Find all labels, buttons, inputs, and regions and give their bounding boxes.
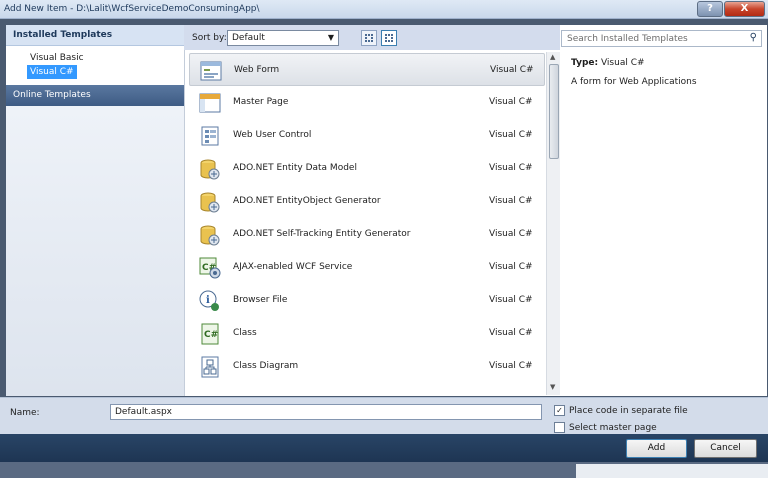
template-row[interactable]: C# AJAX-enabled WCF Service Visual C# <box>189 251 545 284</box>
window-title: Add New Item - D:\Lalit\WcfServiceDemoCo… <box>4 4 260 14</box>
template-language: Visual C# <box>489 196 533 206</box>
type-label: Type: <box>571 58 599 68</box>
background-window-strip <box>0 462 768 478</box>
online-templates-header[interactable]: Online Templates <box>6 85 184 106</box>
template-language: Visual C# <box>489 130 533 140</box>
template-name: ADO.NET Entity Data Model <box>233 163 357 173</box>
select-master-page-label[interactable]: Select master page <box>569 423 657 433</box>
help-button[interactable]: ? <box>697 1 723 17</box>
template-list-scrollbar[interactable]: ▲ ▼ <box>546 52 560 395</box>
svg-text:C#: C# <box>204 330 218 340</box>
class-icon: C# <box>199 323 221 345</box>
database-icon <box>199 224 221 246</box>
small-icons-view-button[interactable] <box>361 30 377 46</box>
template-category-pane: Installed Templates Visual Basic Visual … <box>6 25 184 396</box>
search-input[interactable]: Search Installed Templates ⚲ <box>561 30 762 47</box>
database-icon <box>199 158 221 180</box>
template-name: ADO.NET Self-Tracking Entity Generator <box>233 229 411 239</box>
master-page-icon <box>199 92 221 114</box>
title-bar: Add New Item - D:\Lalit\WcfServiceDemoCo… <box>0 0 768 19</box>
place-code-label[interactable]: Place code in separate file <box>569 406 688 416</box>
category-visual-csharp[interactable]: Visual C# <box>27 65 77 79</box>
medium-icons-icon <box>385 34 393 42</box>
template-language: Visual C# <box>489 97 533 107</box>
select-master-page-checkbox[interactable] <box>554 422 565 433</box>
template-language: Visual C# <box>490 65 534 75</box>
search-placeholder: Search Installed Templates <box>567 34 688 44</box>
template-row[interactable]: ADO.NET Entity Data Model Visual C# <box>189 152 545 185</box>
sort-toolbar: Sort by: Default ▼ <box>184 25 560 50</box>
class-diagram-icon <box>199 356 221 378</box>
cancel-button[interactable]: Cancel <box>694 439 757 458</box>
template-name: ADO.NET EntityObject Generator <box>233 196 381 206</box>
scroll-thumb[interactable] <box>549 64 559 159</box>
template-language: Visual C# <box>489 262 533 272</box>
name-label: Name: <box>10 408 40 418</box>
installed-templates-header[interactable]: Installed Templates <box>6 25 184 46</box>
scroll-up-icon[interactable]: ▲ <box>550 53 555 61</box>
sort-dropdown[interactable]: Default ▼ <box>227 30 339 46</box>
scroll-down-icon[interactable]: ▼ <box>550 383 555 391</box>
type-value: Visual C# <box>600 58 645 68</box>
browser-file-icon: i <box>199 290 221 312</box>
category-visual-basic[interactable]: Visual Basic <box>27 51 87 65</box>
dialog-footer: Add Cancel <box>0 434 768 462</box>
template-language: Visual C# <box>489 229 533 239</box>
svg-text:i: i <box>206 295 210 306</box>
template-row[interactable]: i Browser File Visual C# <box>189 284 545 317</box>
category-pane-background <box>6 106 184 396</box>
background-window-peek <box>576 464 768 478</box>
place-code-checkbox[interactable]: ✓ <box>554 405 565 416</box>
template-name: Class Diagram <box>233 361 299 371</box>
database-icon <box>199 191 221 213</box>
template-name: Browser File <box>233 295 288 305</box>
add-button[interactable]: Add <box>626 439 687 458</box>
web-form-icon <box>200 60 222 82</box>
close-button[interactable]: X <box>724 1 765 17</box>
template-name: Class <box>233 328 257 338</box>
template-name: Master Page <box>233 97 289 107</box>
template-row[interactable]: ADO.NET EntityObject Generator Visual C# <box>189 185 545 218</box>
template-name: AJAX-enabled WCF Service <box>233 262 353 272</box>
template-details-pane: Search Installed Templates ⚲ Type: Visua… <box>560 25 767 396</box>
small-icons-icon <box>365 34 373 42</box>
user-control-icon <box>199 125 221 147</box>
template-language: Visual C# <box>489 163 533 173</box>
template-row[interactable]: Class Diagram Visual C# <box>189 350 545 383</box>
template-row[interactable]: Web Form Visual C# <box>189 53 545 86</box>
search-icon[interactable]: ⚲ <box>750 32 757 43</box>
template-language: Visual C# <box>489 295 533 305</box>
template-row[interactable]: C# Class Visual C# <box>189 317 545 350</box>
template-row[interactable]: Web User Control Visual C# <box>189 119 545 152</box>
medium-icons-view-button[interactable] <box>381 30 397 46</box>
template-name: Web Form <box>234 65 280 75</box>
chevron-down-icon: ▼ <box>327 33 334 42</box>
template-list: Web Form Visual C# Master Page Visual C# Web… <box>184 50 560 396</box>
sort-label: Sort by: <box>192 33 227 43</box>
template-name: Web User Control <box>233 130 312 140</box>
template-description: A form for Web Applications <box>571 77 697 87</box>
template-language: Visual C# <box>489 328 533 338</box>
details-type: Type: Visual C# <box>571 58 645 68</box>
name-options-bar: Name: Default.aspx ✓ Place code in separ… <box>0 397 768 434</box>
name-input[interactable]: Default.aspx <box>110 404 542 420</box>
template-row[interactable]: Master Page Visual C# <box>189 86 545 119</box>
wcf-service-icon: C# <box>199 257 221 279</box>
sort-value: Default <box>232 33 265 43</box>
template-row[interactable]: ADO.NET Self-Tracking Entity Generator Vi… <box>189 218 545 251</box>
template-language: Visual C# <box>489 361 533 371</box>
